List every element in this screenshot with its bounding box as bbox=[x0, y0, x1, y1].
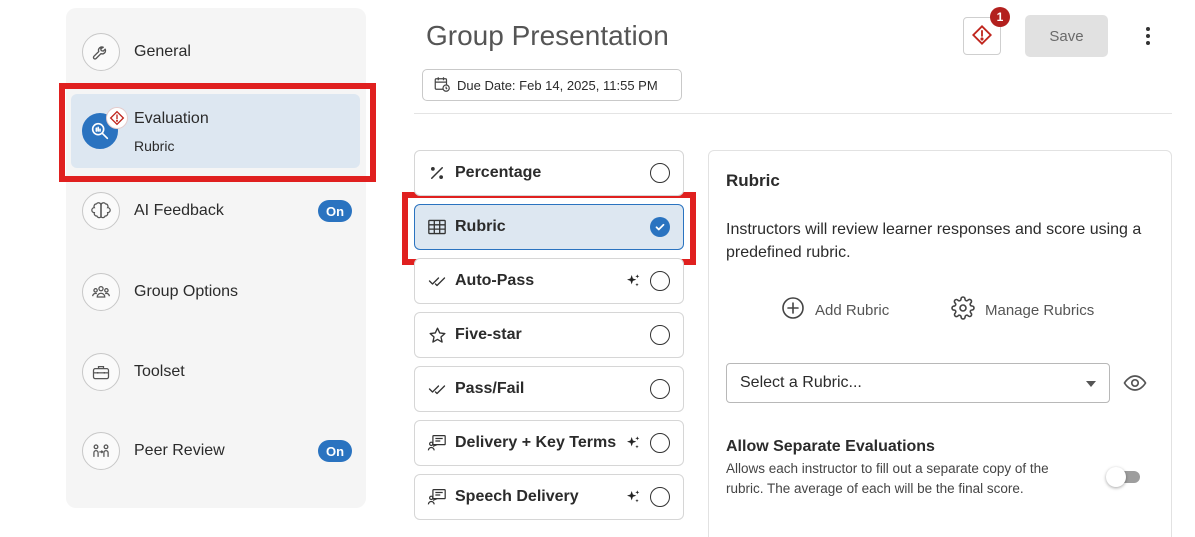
due-date-label: Due Date: Feb 14, 2025, 11:55 PM bbox=[457, 77, 658, 93]
sidebar-item-label: Evaluation bbox=[134, 110, 209, 127]
option-label: Rubric bbox=[455, 218, 506, 235]
separate-evaluations-description: Allows each instructor to fill out a sep… bbox=[726, 461, 1049, 496]
sidebar-item-group-options[interactable]: Group Options bbox=[71, 262, 360, 322]
double-check-icon bbox=[427, 271, 447, 291]
option-label: Percentage bbox=[455, 164, 542, 181]
caret-down-icon bbox=[1086, 381, 1096, 387]
sidebar-item-label: AI Feedback bbox=[134, 202, 224, 219]
radio-button[interactable] bbox=[650, 433, 670, 453]
option-speech-delivery[interactable]: Speech Delivery bbox=[414, 474, 684, 520]
toolbox-icon bbox=[82, 353, 120, 391]
radio-button[interactable] bbox=[650, 163, 670, 183]
percent-icon bbox=[427, 163, 447, 183]
rubric-select-value: Select a Rubric... bbox=[740, 374, 862, 391]
plus-circle-icon bbox=[781, 296, 805, 324]
ai-sparkle-icon bbox=[625, 273, 641, 289]
presentation-icon bbox=[427, 433, 447, 453]
divider bbox=[414, 113, 1172, 114]
peer-review-icon bbox=[82, 432, 120, 470]
manage-rubrics-label: Manage Rubrics bbox=[985, 301, 1095, 319]
radio-button-checked[interactable] bbox=[650, 217, 670, 237]
group-icon bbox=[82, 273, 120, 311]
presentation-icon bbox=[427, 487, 447, 507]
radio-button[interactable] bbox=[650, 487, 670, 507]
warning-icon bbox=[106, 107, 128, 129]
option-rubric[interactable]: Rubric bbox=[414, 204, 684, 250]
option-label: Pass/Fail bbox=[455, 380, 525, 397]
sidebar-item-label: Toolset bbox=[134, 363, 185, 380]
status-badge: On bbox=[318, 440, 352, 462]
brain-icon bbox=[82, 192, 120, 230]
radio-button[interactable] bbox=[650, 325, 670, 345]
settings-sidebar: General Evaluation Rubric AI Feedback On… bbox=[66, 8, 366, 508]
save-button[interactable]: Save bbox=[1025, 15, 1108, 57]
sidebar-item-label: General bbox=[134, 43, 191, 60]
sidebar-item-sublabel: Rubric bbox=[134, 138, 175, 154]
more-options-icon[interactable] bbox=[1137, 24, 1159, 48]
gear-icon bbox=[951, 296, 975, 324]
option-five-star[interactable]: Five-star bbox=[414, 312, 684, 358]
separate-evaluations-title: Allow Separate Evaluations bbox=[726, 438, 935, 455]
calendar-clock-icon bbox=[433, 75, 451, 96]
manage-rubrics-button[interactable]: Manage Rubrics bbox=[951, 296, 1094, 324]
panel-title: Rubric bbox=[726, 171, 780, 190]
rubric-select[interactable]: Select a Rubric... bbox=[726, 363, 1110, 403]
sidebar-item-label: Peer Review bbox=[134, 442, 225, 459]
option-percentage[interactable]: Percentage bbox=[414, 150, 684, 196]
alert-count-badge: 1 bbox=[990, 7, 1010, 27]
due-date-chip[interactable]: Due Date: Feb 14, 2025, 11:55 PM bbox=[422, 69, 682, 101]
option-auto-pass[interactable]: Auto-Pass bbox=[414, 258, 684, 304]
page-title: Group Presentation bbox=[426, 20, 669, 51]
radio-button[interactable] bbox=[650, 379, 670, 399]
option-label: Five-star bbox=[455, 326, 522, 343]
add-rubric-button[interactable]: Add Rubric bbox=[781, 296, 889, 324]
sidebar-item-toolset[interactable]: Toolset bbox=[71, 342, 360, 402]
panel-description: Instructors will review learner response… bbox=[726, 221, 1142, 261]
wrench-icon bbox=[82, 33, 120, 71]
sidebar-item-general[interactable]: General bbox=[71, 22, 360, 82]
eye-icon[interactable] bbox=[1122, 370, 1148, 396]
add-rubric-label: Add Rubric bbox=[815, 301, 890, 319]
ai-sparkle-icon bbox=[625, 489, 641, 505]
option-delivery-key-terms[interactable]: Delivery + Key Terms bbox=[414, 420, 684, 466]
status-badge: On bbox=[318, 200, 352, 222]
radio-button[interactable] bbox=[650, 271, 670, 291]
ai-sparkle-icon bbox=[625, 435, 641, 451]
sidebar-item-peer-review[interactable]: Peer Review On bbox=[71, 421, 360, 481]
option-pass-fail[interactable]: Pass/Fail bbox=[414, 366, 684, 412]
separate-evaluations-toggle[interactable] bbox=[1106, 467, 1144, 487]
rubric-settings-panel: Rubric Instructors will review learner r… bbox=[708, 150, 1172, 537]
star-icon bbox=[427, 325, 447, 345]
sidebar-item-evaluation[interactable]: Evaluation Rubric bbox=[71, 94, 360, 168]
sidebar-item-ai-feedback[interactable]: AI Feedback On bbox=[71, 181, 360, 241]
double-check-icon bbox=[427, 379, 447, 399]
option-label: Speech Delivery bbox=[455, 488, 579, 505]
grid-icon bbox=[427, 217, 447, 237]
warning-icon bbox=[971, 24, 993, 49]
option-label: Auto-Pass bbox=[455, 272, 535, 289]
sidebar-item-label: Group Options bbox=[134, 283, 239, 300]
option-label: Delivery + Key Terms bbox=[455, 434, 617, 451]
